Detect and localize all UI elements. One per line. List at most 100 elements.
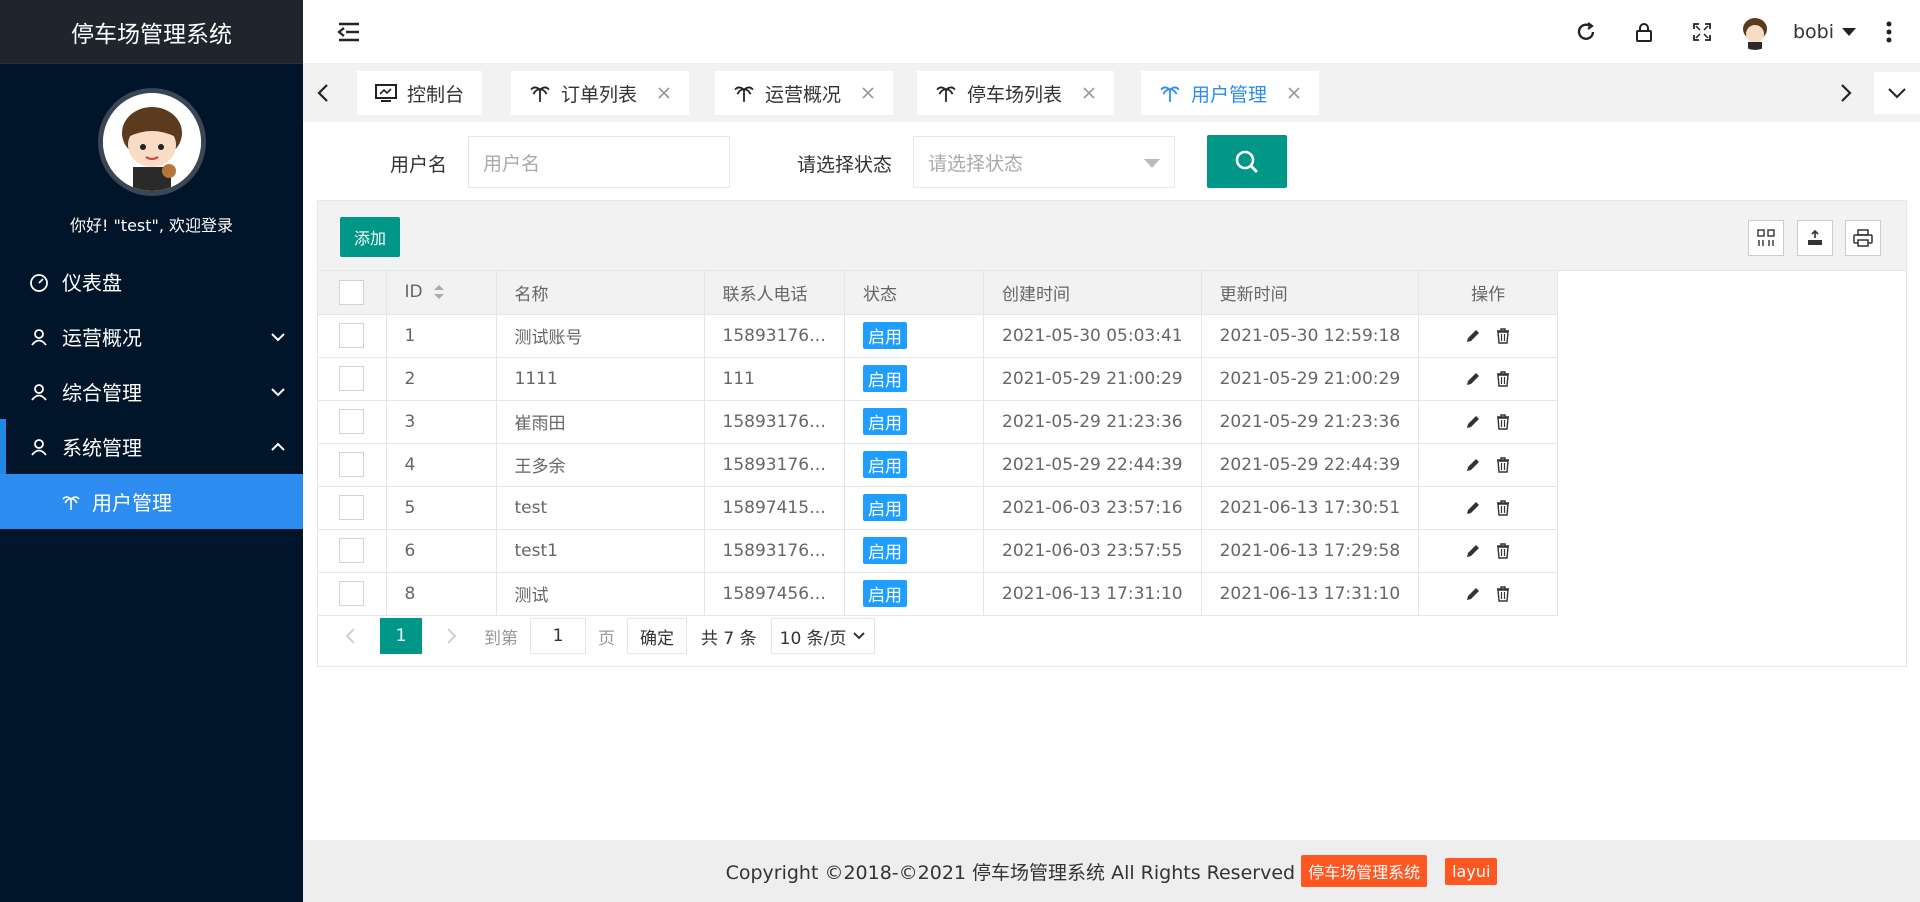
- column-header-updated: 更新时间: [1201, 271, 1420, 315]
- cell-id: 2: [386, 357, 497, 401]
- refresh-icon: [1577, 22, 1595, 40]
- add-button[interactable]: 添加: [340, 217, 400, 257]
- edit-icon[interactable]: [1464, 542, 1482, 560]
- delete-icon[interactable]: [1494, 585, 1512, 603]
- table-row: 6 test1 15893176… 启用 2021-06-03 23:57:55…: [318, 529, 1559, 573]
- row-checkbox[interactable]: [339, 323, 365, 348]
- current-page[interactable]: 1: [380, 618, 422, 654]
- row-check-cell: [318, 314, 387, 358]
- column-header-actions: 操作: [1418, 271, 1559, 315]
- edit-icon[interactable]: [1464, 413, 1482, 431]
- tab-user-management[interactable]: 用户管理: [1141, 71, 1320, 115]
- page-size-value: 10 条/页: [779, 628, 847, 649]
- column-header-status: 状态: [844, 271, 985, 315]
- tab-console[interactable]: 控制台: [357, 71, 483, 115]
- status-badge: 启用: [863, 408, 908, 435]
- sidebar-item-label: 系统管理: [62, 436, 142, 460]
- cell-updated: 2021-05-29 21:23:36: [1201, 400, 1420, 444]
- search-button[interactable]: [1207, 135, 1287, 188]
- row-checkbox[interactable]: [339, 495, 365, 520]
- delete-icon[interactable]: [1494, 542, 1512, 560]
- tab-label: 运营概况: [765, 83, 842, 106]
- user-menu[interactable]: bobi: [1736, 14, 1856, 50]
- sidebar-item-dashboard[interactable]: 仪表盘: [0, 254, 303, 309]
- row-checkbox[interactable]: [339, 538, 365, 563]
- columns-button[interactable]: [1748, 220, 1784, 256]
- menu-toggle-icon[interactable]: [337, 20, 361, 44]
- delete-icon[interactable]: [1494, 327, 1512, 345]
- tab-parking-list[interactable]: 停车场列表: [917, 71, 1115, 115]
- tabs-dropdown-button[interactable]: [1874, 72, 1920, 114]
- delete-icon[interactable]: [1494, 413, 1512, 431]
- user-table: ID 名称 联系人电话 状态 创建时间 更新时间 操作 1 测试账号 15893…: [318, 271, 1559, 616]
- close-icon[interactable]: [1287, 86, 1301, 100]
- cell-phone: 15897415…: [704, 486, 846, 530]
- export-button[interactable]: [1797, 220, 1833, 256]
- tabs-next-icon[interactable]: [1836, 82, 1856, 104]
- edit-icon[interactable]: [1464, 499, 1482, 517]
- select-all-checkbox[interactable]: [339, 279, 365, 305]
- username-input[interactable]: 用户名: [468, 136, 730, 188]
- tab-operations[interactable]: 运营概况: [715, 71, 894, 115]
- sidebar-item-label: 综合管理: [62, 381, 142, 405]
- edit-icon[interactable]: [1464, 456, 1482, 474]
- close-icon[interactable]: [657, 86, 671, 100]
- delete-icon[interactable]: [1494, 499, 1512, 517]
- edit-icon[interactable]: [1464, 327, 1482, 345]
- print-button[interactable]: [1845, 220, 1881, 256]
- cell-phone: 15893176…: [704, 443, 846, 487]
- cell-phone: 15893176…: [704, 314, 846, 358]
- delete-icon[interactable]: [1494, 456, 1512, 474]
- close-icon[interactable]: [1082, 86, 1096, 100]
- sort-icon[interactable]: [433, 284, 445, 300]
- cell-actions: [1418, 314, 1559, 358]
- row-checkbox[interactable]: [339, 409, 365, 434]
- cell-created: 2021-06-03 23:57:55: [983, 529, 1202, 573]
- close-icon[interactable]: [861, 86, 875, 100]
- sidebar-item-system[interactable]: 系统管理: [0, 419, 303, 474]
- footer-badge-app[interactable]: 停车场管理系统: [1301, 855, 1428, 887]
- status-badge: 启用: [863, 451, 908, 478]
- table-row: 3 崔雨田 15893176… 启用 2021-05-29 21:23:36 2…: [318, 400, 1559, 444]
- edit-icon[interactable]: [1464, 370, 1482, 388]
- fullscreen-button[interactable]: [1673, 0, 1731, 64]
- goto-confirm-button[interactable]: 确定: [627, 618, 687, 654]
- refresh-button[interactable]: [1557, 0, 1615, 64]
- cell-created: 2021-06-03 23:57:16: [983, 486, 1202, 530]
- cell-phone: 15893176…: [704, 529, 846, 573]
- cell-name: 王多余: [496, 443, 705, 487]
- more-button[interactable]: [1866, 0, 1912, 64]
- sidebar-item-general[interactable]: 综合管理: [0, 364, 303, 419]
- row-checkbox[interactable]: [339, 366, 365, 391]
- cell-status: 启用: [844, 357, 985, 401]
- palm-icon: [62, 492, 82, 512]
- caret-down-icon: [1842, 28, 1856, 36]
- user-avatar[interactable]: [97, 88, 206, 196]
- column-header-id[interactable]: ID: [386, 271, 497, 315]
- search-icon: [1235, 150, 1258, 173]
- chevron-down-icon: [853, 632, 866, 640]
- tab-orders[interactable]: 订单列表: [511, 71, 690, 115]
- cell-name: test1: [496, 529, 705, 573]
- delete-icon[interactable]: [1494, 370, 1512, 388]
- sidebar-subitem-user-management[interactable]: 用户管理: [0, 474, 303, 529]
- chevron-left-icon: [345, 628, 355, 644]
- row-checkbox[interactable]: [339, 452, 365, 477]
- row-checkbox[interactable]: [339, 581, 365, 606]
- row-check-cell: [318, 400, 387, 444]
- cell-actions: [1418, 486, 1559, 530]
- table-header-row: ID 名称 联系人电话 状态 创建时间 更新时间 操作: [318, 271, 1559, 315]
- prev-page-button[interactable]: [332, 618, 368, 654]
- lock-button[interactable]: [1615, 0, 1673, 64]
- goto-page-input[interactable]: 1: [530, 618, 586, 654]
- caret-down-icon: [1144, 159, 1160, 168]
- next-page-button[interactable]: [434, 618, 470, 654]
- sidebar-item-operations[interactable]: 运营概况: [0, 309, 303, 364]
- column-header-phone: 联系人电话: [704, 271, 846, 315]
- tabs-prev-icon[interactable]: [313, 82, 333, 104]
- status-select[interactable]: 请选择状态: [913, 136, 1175, 188]
- footer-badge-layui[interactable]: layui: [1445, 857, 1498, 885]
- edit-icon[interactable]: [1464, 585, 1482, 603]
- page-size-select[interactable]: 10 条/页: [770, 618, 876, 654]
- row-check-cell: [318, 486, 387, 530]
